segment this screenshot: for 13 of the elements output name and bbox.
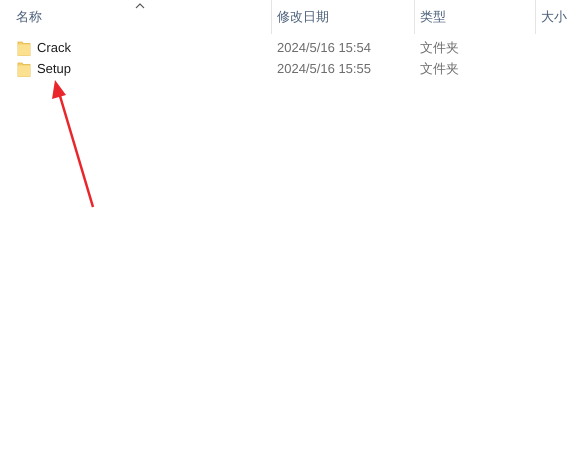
modified-date: 2024/5/16 15:54 <box>277 40 371 54</box>
column-header[interactable]: 名称 <box>16 7 42 27</box>
sort-ascending-icon <box>135 3 145 9</box>
folder-icon <box>17 40 31 56</box>
folder-icon <box>17 60 31 76</box>
column-header[interactable]: 修改日期 <box>277 7 329 27</box>
column-header[interactable]: 类型 <box>420 7 446 27</box>
column-header[interactable]: 大小 <box>541 7 567 27</box>
file-type: 文件夹 <box>420 40 459 54</box>
modified-date: 2024/5/16 15:55 <box>277 60 371 76</box>
file-name[interactable]: Setup <box>37 58 71 78</box>
file-type: 文件夹 <box>420 60 459 76</box>
file-name[interactable]: Crack <box>37 38 71 58</box>
